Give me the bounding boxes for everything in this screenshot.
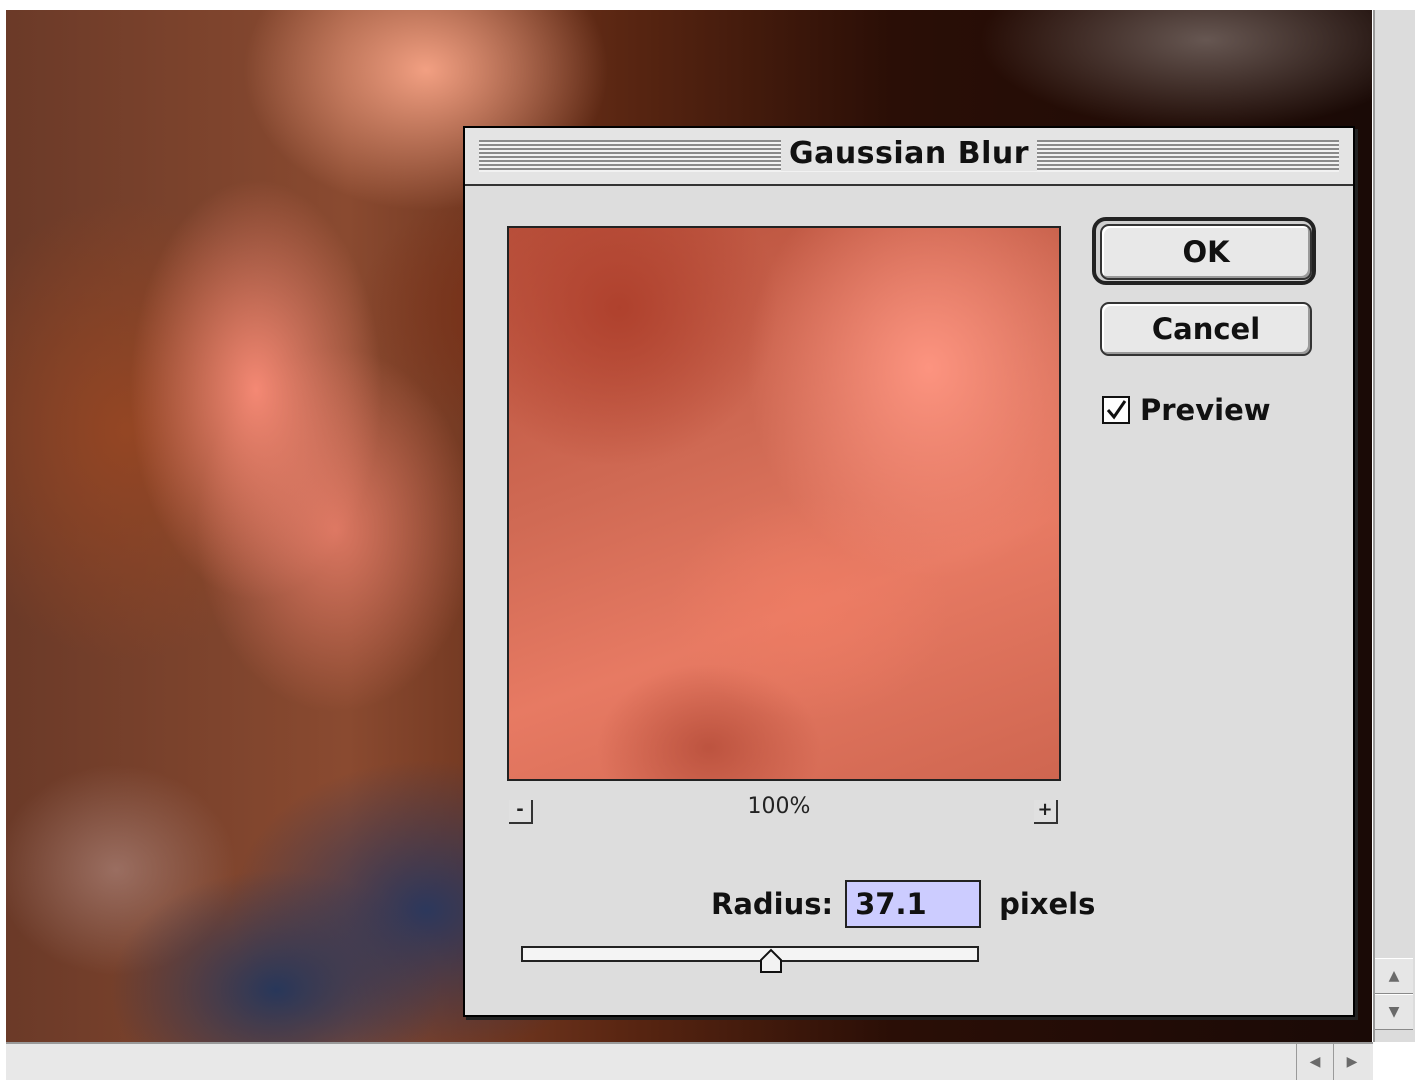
radius-label: Radius: <box>711 887 834 921</box>
vertical-scrollbar[interactable]: ▲ ▼ <box>1373 10 1415 1042</box>
window-grow-box[interactable] <box>1373 1042 1415 1080</box>
preview-label: Preview <box>1140 393 1271 427</box>
radius-slider-track[interactable] <box>521 946 979 962</box>
scroll-down-arrow-icon[interactable]: ▼ <box>1375 994 1413 1030</box>
zoom-in-button[interactable]: + <box>1034 800 1058 824</box>
dialog-title: Gaussian Blur <box>465 136 1353 171</box>
zoom-out-button[interactable]: - <box>509 800 533 824</box>
scroll-up-arrow-icon[interactable]: ▲ <box>1375 958 1413 994</box>
scroll-right-arrow-icon[interactable]: ▶ <box>1333 1044 1370 1080</box>
radius-row: Radius: pixels <box>711 876 1095 932</box>
radius-slider-thumb[interactable] <box>759 948 783 974</box>
ok-button[interactable]: OK <box>1100 224 1312 280</box>
blur-preview-area[interactable] <box>507 226 1061 781</box>
zoom-level: 100% <box>747 794 811 819</box>
dialog-titlebar[interactable]: Gaussian Blur <box>465 128 1353 186</box>
preview-checkbox[interactable] <box>1102 396 1130 424</box>
cancel-button[interactable]: Cancel <box>1100 302 1312 356</box>
horizontal-scrollbar[interactable]: ◀ ▶ <box>6 1042 1373 1080</box>
checkmark-icon <box>1106 400 1127 420</box>
radius-unit-label: pixels <box>999 887 1096 921</box>
preview-checkbox-row[interactable]: Preview <box>1102 390 1271 430</box>
radius-input[interactable] <box>845 880 982 928</box>
gaussian-blur-dialog: Gaussian Blur - 100% + OK Cancel Preview… <box>463 126 1355 1017</box>
scroll-left-arrow-icon[interactable]: ◀ <box>1296 1044 1333 1080</box>
